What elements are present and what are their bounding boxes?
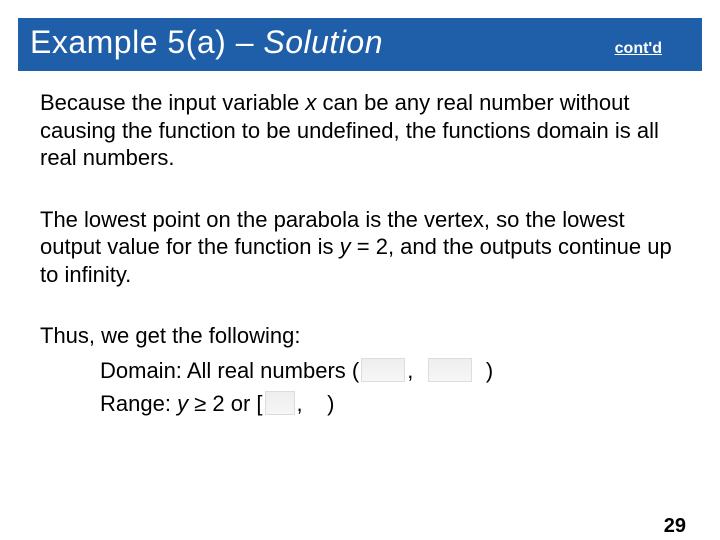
neg-infinity-icon xyxy=(361,358,405,382)
title-emphasis: Solution xyxy=(263,24,383,60)
range-label-a: Range: xyxy=(100,391,177,416)
domain-comma: , xyxy=(407,358,413,383)
continued-label: cont'd xyxy=(615,40,662,58)
slide-body: Because the input variable x can be any … xyxy=(0,71,720,420)
results-block: Domain: All real numbers (, ) Range: y ≥… xyxy=(100,354,672,420)
slide: Example 5(a) – Solution cont'd Because t… xyxy=(0,18,720,540)
domain-label: Domain: All real numbers ( xyxy=(100,358,359,383)
domain-close: ) xyxy=(486,358,493,383)
range-comma: , xyxy=(297,391,303,416)
title-prefix: Example 5(a) – xyxy=(30,24,263,60)
paragraph-1: Because the input variable x can be any … xyxy=(40,89,672,172)
range-line: Range: y ≥ 2 or [, ) xyxy=(100,387,672,420)
title-bar: Example 5(a) – Solution cont'd xyxy=(18,18,702,71)
range-variable-y: y xyxy=(177,391,188,416)
paragraph-3: Thus, we get the following: xyxy=(40,322,672,350)
range-label-b: ≥ 2 or [ xyxy=(188,391,262,416)
domain-line: Domain: All real numbers (, ) xyxy=(100,354,672,387)
p2-variable-y: y xyxy=(340,234,351,259)
p1-variable-x: x xyxy=(305,90,316,115)
infinity-icon xyxy=(428,358,472,382)
infinity-icon xyxy=(265,391,295,415)
p1-text-a: Because the input variable xyxy=(40,90,305,115)
paragraph-2: The lowest point on the parabola is the … xyxy=(40,206,672,289)
slide-title: Example 5(a) – Solution xyxy=(30,24,383,61)
page-number: 29 xyxy=(664,515,686,538)
range-close: ) xyxy=(327,391,334,416)
